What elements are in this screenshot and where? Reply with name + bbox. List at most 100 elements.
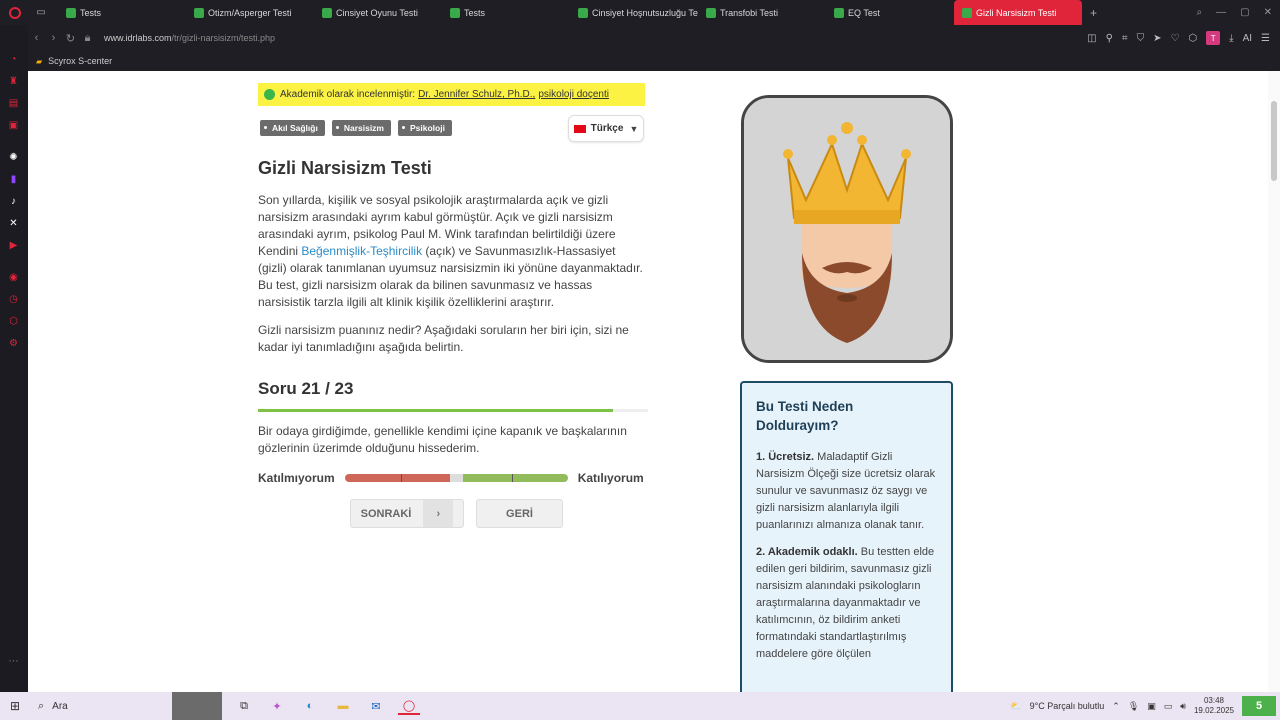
copilot-icon[interactable]: ✦ [266,697,288,715]
download-icon[interactable]: ⤓ [1229,33,1233,44]
search-tabs-icon[interactable]: ⌕ [1197,7,1203,18]
edge-icon[interactable]: ◐ [299,697,321,715]
profile-avatar[interactable]: T [1206,31,1221,45]
opera-taskbar-icon[interactable]: ◯ [398,697,420,715]
taskbar-search[interactable]: ⌕ Ara [30,692,160,720]
messenger-icon[interactable]: ▤ [7,97,20,110]
tab-cinsiyet-hosnutsuzlugu[interactable]: Cinsiyet Hoşnutsuzluğu Te [570,0,698,25]
opera-logo-icon[interactable] [0,0,30,25]
language-selector[interactable]: Türkçe ▼ [568,115,644,142]
tab-label: Tests [80,7,102,18]
player-icon[interactable]: ◉ [7,271,20,284]
reload-icon[interactable]: ↻ [62,32,79,45]
answer-slider[interactable] [344,474,568,482]
favicon-icon [194,7,204,18]
url-path: /tr/gizli-narsisizm/testi.php [171,33,276,43]
tab-label: Cinsiyet Hoşnutsuzluğu Te [592,7,698,18]
extensions-icon[interactable]: ⬡ [7,315,20,328]
progress-bar [258,409,648,412]
reviewer-role-link[interactable]: psikoloji doçenti [538,89,609,100]
nav-buttons: SONRAKİ › GERİ [350,499,563,528]
tag-akil-sagligi[interactable]: Akıl Sağlığı [260,120,325,136]
chevron-up-icon[interactable]: ⌃ [1112,701,1120,712]
clock-time: 03:48 [1203,696,1224,705]
more-icon[interactable]: ⋯ [7,655,20,668]
send-icon[interactable]: ➤ [1153,33,1161,44]
task-view-icon[interactable]: ⧉ [233,697,255,715]
snapshot-icon[interactable]: ⌗ [1122,33,1128,44]
tab-eq-test[interactable]: EQ Test [826,0,954,25]
microphone-icon[interactable]: 🎙︎ [1128,701,1139,712]
ai-button[interactable]: AI [1243,33,1252,44]
back-icon[interactable]: ‹ [28,32,45,44]
disagree-zone[interactable] [344,474,450,482]
shield-icon[interactable]: ⛉ [1137,33,1145,44]
heart-icon[interactable]: ♡ [1170,33,1179,44]
tab-tests-1[interactable]: Tests [58,0,186,25]
address-bar: ‹ › ↻ 🔒︎ www.idrlabs.com/tr/gizli-narsis… [28,25,1280,51]
notification-badge[interactable]: 5 [1242,696,1276,716]
close-icon[interactable]: ✕ [1264,7,1272,18]
page-scrollbar[interactable] [1268,71,1280,692]
tab-overview-icon[interactable]: ▭ [30,7,52,18]
tab-otizm[interactable]: Otizm/Asperger Testi [186,0,314,25]
bookmarks-icon[interactable]: ♜ [7,75,20,88]
tab-label: Transfobi Testi [720,7,779,18]
bookmark-scyrox[interactable]: Scyrox S-center [48,56,112,66]
search-icon: ⌕ [38,699,45,712]
settings-icon[interactable]: ⚙ [7,337,20,350]
tab-tests-2[interactable]: Tests [442,0,570,25]
tab-cinsiyet-oyunu[interactable]: Cinsiyet Oyunu Testi [314,0,442,25]
maximize-icon[interactable]: ▢ [1240,7,1249,18]
neutral-zone[interactable] [449,474,463,482]
windows-start-icon[interactable]: ⊞ [0,699,30,713]
tag-narsisizm[interactable]: Narsisizm [331,120,391,136]
new-tab-button[interactable]: + [1090,6,1097,20]
progress-fill [258,409,613,412]
chatgpt-icon[interactable]: ✺ [7,151,20,164]
aria-icon[interactable]: ◔ [7,53,20,66]
clock[interactable]: 03:48 19.02.2025 [1194,696,1234,716]
intro-link[interactable]: Beğenmişlik-Teşhircilik [301,244,422,258]
why-take-test-panel: Bu Testi Neden Doldurayım? 1. Ücretsiz. … [740,381,953,692]
favicon-icon [66,7,76,18]
tab-gizli-narsisizm[interactable]: Gizli Narsisizm Testi [954,0,1082,25]
back-button[interactable]: GERİ [476,499,563,528]
scrollbar-thumb[interactable] [1271,101,1277,181]
narcissist-king-illustration [741,95,953,363]
tiktok-icon[interactable]: ♪ [7,195,20,208]
bookmark-icon: ▰ [36,56,43,66]
pin-icon[interactable]: ⚲ [1106,33,1113,44]
search-highlight-image[interactable] [172,692,222,720]
scale-tick [511,474,513,482]
history-icon[interactable]: ◷ [7,293,20,306]
news-icon[interactable]: ▣ [7,119,20,132]
x-twitter-icon[interactable]: ✕ [7,217,20,230]
outlook-icon[interactable]: ✉ [365,697,387,715]
weather-text[interactable]: 9°C Parçalı bulutlu [1030,701,1105,711]
twitch-icon[interactable]: ▮ [7,173,20,186]
next-button[interactable]: SONRAKİ › [350,499,464,528]
scale-agree-label: Katılıyorum [577,471,644,485]
favicon-icon [322,7,332,18]
file-explorer-icon[interactable]: ▬ [332,697,354,715]
tab-label: Cinsiyet Oyunu Testi [336,7,418,18]
tab-transfobi[interactable]: Transfobi Testi [698,0,826,25]
language-label: Türkçe [590,123,624,134]
extension-icon[interactable]: ⬡ [1188,33,1197,44]
favicon-icon [450,7,460,18]
youtube-icon[interactable]: ▶ [7,239,20,252]
tag-psikoloji[interactable]: Psikoloji [398,120,452,136]
split-view-icon[interactable]: ◫ [1087,33,1096,44]
minimize-icon[interactable]: — [1216,7,1226,18]
forward-icon[interactable]: › [45,32,62,44]
reviewer-link[interactable]: Dr. Jennifer Schulz, Ph.D., [418,89,535,100]
network-icon[interactable]: ▭ [1164,701,1173,712]
volume-icon[interactable]: 🔊︎ [1180,701,1186,712]
agree-zone[interactable] [462,474,568,482]
menu-icon[interactable]: ☰ [1261,33,1270,44]
page-title: Gizli Narsisizm Testi [258,158,432,178]
camera-icon[interactable]: ▣ [1147,701,1156,712]
url-field[interactable]: www.idrlabs.com/tr/gizli-narsisizm/testi… [104,33,275,43]
favicon-icon [706,7,716,18]
